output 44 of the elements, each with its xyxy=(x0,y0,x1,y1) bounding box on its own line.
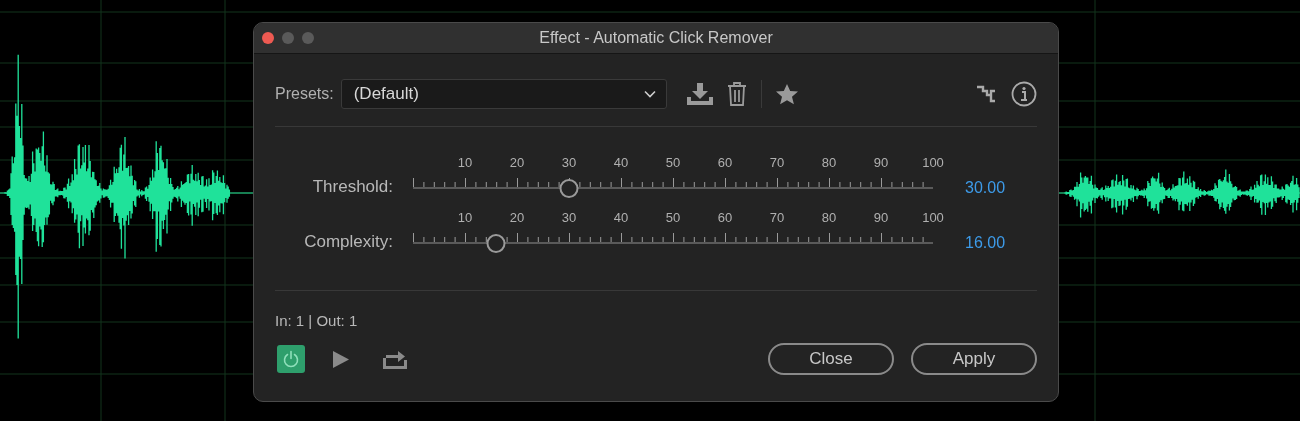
presets-label: Presets: xyxy=(275,85,334,103)
slider-thumb[interactable] xyxy=(559,179,579,198)
tick-label: 40 xyxy=(613,210,629,225)
info-icon[interactable] xyxy=(1011,81,1037,107)
slider-label: Threshold: xyxy=(311,177,393,198)
apply-button[interactable]: Apply xyxy=(911,343,1037,375)
tick-label: 80 xyxy=(821,210,837,225)
tick-label: 100 xyxy=(922,210,944,225)
caret-icon xyxy=(643,90,656,98)
tick-label: 60 xyxy=(717,155,733,170)
tick-label: 20 xyxy=(509,155,525,170)
routing-icon[interactable] xyxy=(977,85,997,103)
close-window-button[interactable] xyxy=(262,32,274,44)
tick-label: 80 xyxy=(821,155,837,170)
presets-dropdown[interactable]: (Default) xyxy=(340,79,667,109)
tick-label: 100 xyxy=(922,155,944,170)
tick-label: 40 xyxy=(613,155,629,170)
tick-label: 70 xyxy=(769,210,785,225)
tick-label: 90 xyxy=(873,210,889,225)
tick-label: 90 xyxy=(873,155,889,170)
power-icon xyxy=(282,350,300,368)
tick-label: 30 xyxy=(561,155,577,170)
tick-label: 50 xyxy=(665,155,681,170)
tick-label: 20 xyxy=(509,210,525,225)
slider-value[interactable]: 16.00 xyxy=(965,234,1006,253)
star-icon[interactable] xyxy=(775,83,798,105)
tick-label: 70 xyxy=(769,155,785,170)
play-icon[interactable] xyxy=(333,350,349,368)
tick-label: 60 xyxy=(717,210,733,225)
slider-track[interactable]: 10 20 30 40 50 60 70 80 90 100 xyxy=(399,210,947,253)
slider-value[interactable]: 30.00 xyxy=(965,179,1006,198)
tick-label: 10 xyxy=(457,155,473,170)
slider-thumb[interactable] xyxy=(486,234,506,253)
loop-icon[interactable] xyxy=(383,349,407,369)
channel-info: In: 1 | Out: 1 xyxy=(275,312,359,329)
slider-track[interactable]: 10 20 30 40 50 60 70 80 90 100 xyxy=(399,155,947,198)
close-button[interactable]: Close xyxy=(768,343,894,375)
tick-label: 30 xyxy=(561,210,577,225)
slider-label: Complexity: xyxy=(303,232,393,253)
trash-icon[interactable] xyxy=(726,82,747,106)
tick-label: 10 xyxy=(457,210,473,225)
download-icon[interactable] xyxy=(686,83,713,105)
window-title: Effect - Automatic Click Remover xyxy=(539,29,773,47)
tick-label: 50 xyxy=(665,210,681,225)
